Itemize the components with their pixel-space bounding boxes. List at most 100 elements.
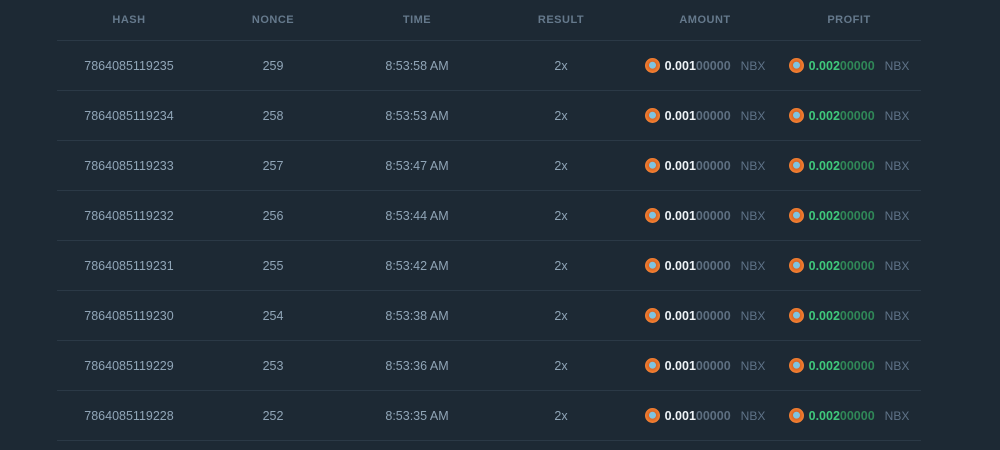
table-header-row: HASH NONCE TIME RESULT AMOUNT PROFIT <box>57 0 921 41</box>
time-value: 8:53:42 AM <box>385 258 449 273</box>
currency-label: NBX <box>884 308 910 323</box>
nbx-coin-icon <box>644 308 660 323</box>
hash-value: 7864085119233 <box>84 158 174 173</box>
amount-trailing-zeros: 00000 <box>695 258 731 273</box>
bet-history-table: HASH NONCE TIME RESULT AMOUNT PROFIT 786… <box>57 0 921 441</box>
profit-cell: 0.00200000 NBX <box>777 358 921 373</box>
currency-label: NBX <box>740 108 766 123</box>
nonce-value: 252 <box>262 408 284 423</box>
amount-cell: 0.00100000 NBX <box>633 158 777 173</box>
profit-main-digits: 0.002 <box>808 258 840 273</box>
nonce-value: 259 <box>262 58 284 73</box>
profit-main-digits: 0.002 <box>808 358 840 373</box>
result-value: 2x <box>554 308 568 323</box>
currency-label: NBX <box>884 358 910 373</box>
result-value: 2x <box>554 158 568 173</box>
amount-main-digits: 0.001 <box>664 108 696 123</box>
nbx-coin-icon <box>788 108 804 123</box>
time-value: 8:53:36 AM <box>385 358 449 373</box>
profit-main-digits: 0.002 <box>808 158 840 173</box>
profit-cell: 0.00200000 NBX <box>777 408 921 423</box>
result-value: 2x <box>554 408 568 423</box>
profit-cell: 0.00200000 NBX <box>777 58 921 73</box>
nonce-value: 254 <box>262 308 284 323</box>
result-value: 2x <box>554 358 568 373</box>
amount-cell: 0.00100000 NBX <box>633 108 777 123</box>
amount-cell: 0.00100000 NBX <box>633 58 777 73</box>
column-header-profit: PROFIT <box>827 14 871 26</box>
amount-cell: 0.00100000 NBX <box>633 408 777 423</box>
time-value: 8:53:44 AM <box>385 208 449 223</box>
profit-main-digits: 0.002 <box>808 108 840 123</box>
amount-main-digits: 0.001 <box>664 158 696 173</box>
profit-main-digits: 0.002 <box>808 308 840 323</box>
currency-label: NBX <box>740 58 766 73</box>
nbx-coin-icon <box>788 408 804 423</box>
amount-cell: 0.00100000 NBX <box>633 208 777 223</box>
amount-trailing-zeros: 00000 <box>695 358 731 373</box>
nbx-coin-icon <box>788 58 804 73</box>
table-row: 7864085119228 252 8:53:35 AM 2x 0.001000… <box>57 391 921 441</box>
profit-cell: 0.00200000 NBX <box>777 308 921 323</box>
currency-label: NBX <box>884 108 910 123</box>
currency-label: NBX <box>884 58 910 73</box>
nbx-coin-icon <box>644 158 660 173</box>
amount-main-digits: 0.001 <box>664 308 696 323</box>
hash-value: 7864085119231 <box>84 258 174 273</box>
amount-trailing-zeros: 00000 <box>695 308 731 323</box>
time-value: 8:53:53 AM <box>385 108 449 123</box>
amount-main-digits: 0.001 <box>664 208 696 223</box>
currency-label: NBX <box>884 208 910 223</box>
currency-label: NBX <box>884 408 910 423</box>
currency-label: NBX <box>740 208 766 223</box>
nbx-coin-icon <box>644 408 660 423</box>
nonce-value: 253 <box>262 358 284 373</box>
time-value: 8:53:47 AM <box>385 158 449 173</box>
table-row: 7864085119232 256 8:53:44 AM 2x 0.001000… <box>57 191 921 241</box>
time-value: 8:53:58 AM <box>385 58 449 73</box>
nbx-coin-icon <box>788 208 804 223</box>
time-value: 8:53:38 AM <box>385 308 449 323</box>
profit-trailing-zeros: 00000 <box>839 258 875 273</box>
profit-main-digits: 0.002 <box>808 58 840 73</box>
profit-trailing-zeros: 00000 <box>839 408 875 423</box>
profit-trailing-zeros: 00000 <box>839 158 875 173</box>
amount-main-digits: 0.001 <box>664 358 696 373</box>
hash-value: 7864085119229 <box>84 358 174 373</box>
hash-value: 7864085119234 <box>84 108 174 123</box>
profit-trailing-zeros: 00000 <box>839 308 875 323</box>
profit-cell: 0.00200000 NBX <box>777 158 921 173</box>
profit-main-digits: 0.002 <box>808 208 840 223</box>
table-row: 7864085119233 257 8:53:47 AM 2x 0.001000… <box>57 141 921 191</box>
amount-trailing-zeros: 00000 <box>695 408 731 423</box>
amount-main-digits: 0.001 <box>664 58 696 73</box>
profit-cell: 0.00200000 NBX <box>777 208 921 223</box>
currency-label: NBX <box>740 308 766 323</box>
currency-label: NBX <box>884 158 910 173</box>
currency-label: NBX <box>740 258 766 273</box>
time-value: 8:53:35 AM <box>385 408 449 423</box>
profit-cell: 0.00200000 NBX <box>777 108 921 123</box>
column-header-hash: HASH <box>112 14 146 26</box>
profit-trailing-zeros: 00000 <box>839 358 875 373</box>
column-header-result: RESULT <box>537 14 585 26</box>
nbx-coin-icon <box>644 58 660 73</box>
nbx-coin-icon <box>644 358 660 373</box>
amount-main-digits: 0.001 <box>664 258 696 273</box>
nonce-value: 257 <box>262 158 284 173</box>
result-value: 2x <box>554 108 568 123</box>
table-row: 7864085119229 253 8:53:36 AM 2x 0.001000… <box>57 341 921 391</box>
column-header-nonce: NONCE <box>251 14 295 26</box>
nbx-coin-icon <box>644 208 660 223</box>
hash-value: 7864085119232 <box>84 208 174 223</box>
hash-value: 7864085119228 <box>84 408 174 423</box>
nonce-value: 258 <box>262 108 284 123</box>
currency-label: NBX <box>740 358 766 373</box>
table-row: 7864085119230 254 8:53:38 AM 2x 0.001000… <box>57 291 921 341</box>
profit-trailing-zeros: 00000 <box>839 108 875 123</box>
table-body: 7864085119235 259 8:53:58 AM 2x 0.001000… <box>57 41 921 441</box>
hash-value: 7864085119235 <box>84 58 174 73</box>
profit-main-digits: 0.002 <box>808 408 840 423</box>
nonce-value: 255 <box>262 258 284 273</box>
table-row: 7864085119235 259 8:53:58 AM 2x 0.001000… <box>57 41 921 91</box>
